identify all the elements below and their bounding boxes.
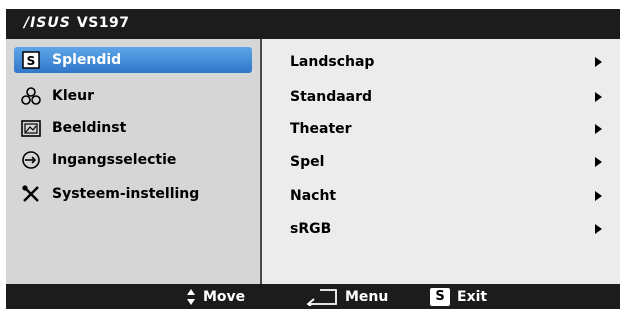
picture-icon [20, 117, 42, 139]
title-bar: /ISUS VS197 [6, 9, 620, 39]
arrow-right-icon [595, 57, 602, 67]
arrow-right-icon [595, 124, 602, 134]
menu-frame: S Splendid Kleur Beeldinst Ingangsselect… [6, 39, 620, 284]
submenu-item-standaard[interactable]: Standaard [290, 84, 602, 110]
menu-item-splendid[interactable]: S Splendid [14, 47, 252, 73]
submenu-item-label: sRGB [290, 221, 332, 237]
splendid-s-icon: S [20, 49, 42, 71]
main-menu: S Splendid Kleur Beeldinst Ingangsselect… [6, 39, 262, 284]
input-source-icon [20, 149, 42, 171]
submenu-item-landschap[interactable]: Landschap [290, 49, 602, 75]
brand: /ISUS VS197 [24, 15, 130, 31]
exit-key: S [430, 287, 450, 306]
arrow-right-icon [595, 92, 602, 102]
splendid-submenu: Landschap Standaard Theater Spel Nacht s… [262, 39, 620, 284]
footer-menu: Menu [306, 284, 388, 309]
menu-item-label: Beeldinst [52, 120, 127, 136]
osd-panel: /ISUS VS197 S Splendid Kleur Beeldinst I… [0, 0, 626, 309]
menu-item-ingangsselectie[interactable]: Ingangsselectie [14, 147, 252, 173]
submenu-item-label: Standaard [290, 89, 373, 105]
footer-bar: Move Menu S Exit [6, 284, 620, 309]
menu-item-beeldinst[interactable]: Beeldinst [14, 115, 252, 141]
submenu-item-nacht[interactable]: Nacht [290, 183, 602, 209]
menu-item-label: Kleur [52, 88, 95, 104]
footer-exit-label: Exit [457, 288, 488, 305]
up-down-arrow-icon [186, 288, 196, 306]
footer-menu-label: Menu [345, 288, 389, 305]
submenu-item-srgb[interactable]: sRGB [290, 216, 602, 242]
arrow-right-icon [595, 157, 602, 167]
enter-icon [306, 288, 338, 306]
menu-item-systeem-instelling[interactable]: Systeem-instelling [14, 181, 252, 207]
footer-exit: S Exit [430, 284, 487, 309]
menu-item-label: Splendid [52, 52, 122, 68]
submenu-item-spel[interactable]: Spel [290, 149, 602, 175]
arrow-right-icon [595, 191, 602, 201]
menu-item-kleur[interactable]: Kleur [14, 83, 252, 109]
asus-logo: /ISUS [24, 15, 71, 31]
submenu-item-theater[interactable]: Theater [290, 116, 602, 142]
menu-item-label: Ingangsselectie [52, 152, 177, 168]
tools-icon [20, 183, 42, 205]
exit-key-icon: S [430, 287, 450, 306]
menu-item-label: Systeem-instelling [52, 186, 200, 202]
arrow-right-icon [595, 224, 602, 234]
submenu-item-label: Landschap [290, 54, 375, 70]
model-name: VS197 [76, 15, 130, 31]
submenu-item-label: Theater [290, 121, 352, 137]
svg-text:S: S [27, 54, 36, 68]
footer-move-label: Move [203, 288, 246, 305]
color-flask-icon [20, 85, 42, 107]
submenu-item-label: Nacht [290, 188, 337, 204]
submenu-item-label: Spel [290, 154, 325, 170]
footer-move: Move [186, 284, 245, 309]
